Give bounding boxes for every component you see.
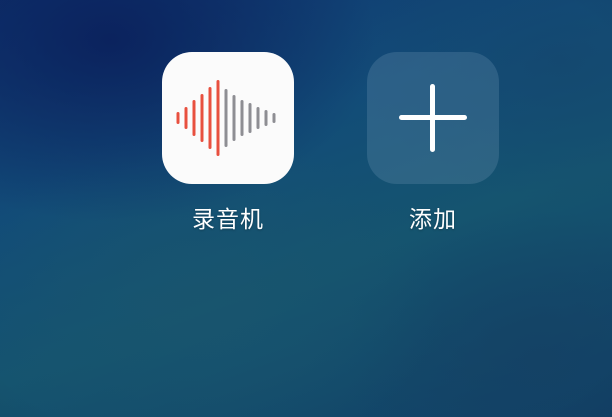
waveform-icon: [176, 80, 276, 156]
app-add[interactable]: 添加: [367, 52, 499, 234]
voice-recorder-icon[interactable]: [162, 52, 294, 184]
add-tile[interactable]: [367, 52, 499, 184]
wallpaper: [0, 0, 612, 417]
app-label-voice-recorder: 录音机: [192, 207, 264, 233]
app-label-add: 添加: [409, 207, 457, 233]
app-voice-recorder[interactable]: 录音机: [162, 52, 294, 234]
